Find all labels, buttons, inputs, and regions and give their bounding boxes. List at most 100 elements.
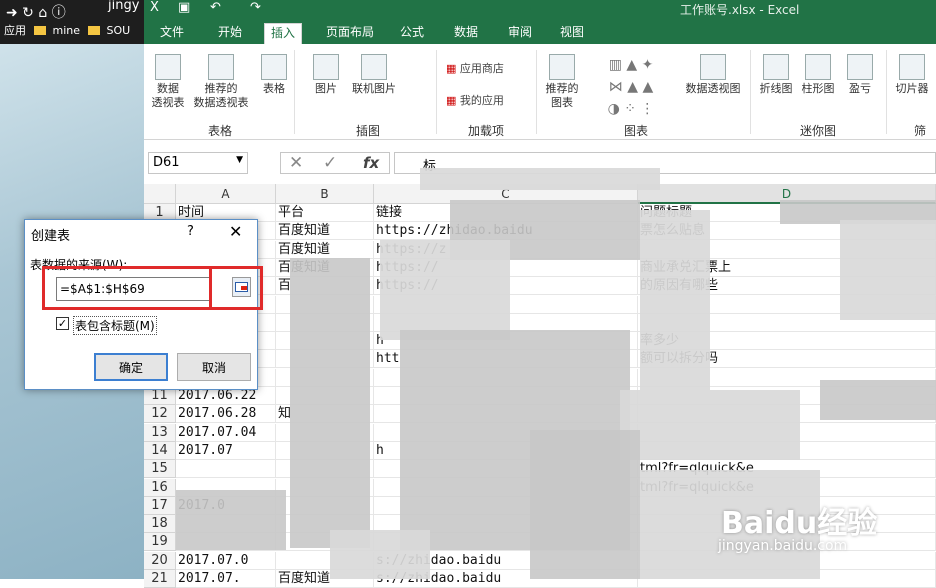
table-button[interactable]: 表格: [256, 48, 292, 96]
row-header[interactable]: 20: [144, 551, 176, 570]
app-store-button[interactable]: ▦ 应用商店: [446, 60, 504, 76]
row-header[interactable]: 12: [144, 405, 176, 424]
ribbon-separator: [294, 50, 295, 134]
ribbon-tab-bar: 文件 开始 插入 页面布局 公式 数据 审阅 视图: [144, 20, 936, 44]
bookmark-mine[interactable]: mine: [53, 24, 81, 37]
column-header-a[interactable]: A: [176, 184, 276, 204]
header-checkbox[interactable]: ✓: [56, 317, 69, 330]
save-icon[interactable]: ▣: [178, 0, 190, 15]
browser-address-text[interactable]: jingy: [108, 0, 139, 13]
pivot-table-label: 数据 透视表: [151, 82, 185, 109]
recommended-pivot-icon: [208, 54, 234, 80]
recommended-pivot-label: 推荐的 数据透视表: [193, 82, 249, 109]
chevron-down-icon[interactable]: ▼: [236, 155, 243, 165]
row-header[interactable]: 18: [144, 515, 176, 534]
row-header[interactable]: 16: [144, 478, 176, 497]
column-label: 柱形图: [801, 82, 835, 95]
browser-nav-icons[interactable]: ➜ ↻ ⌂ ⓘ: [6, 2, 66, 22]
ribbon-panel: 数据 透视表 推荐的 数据透视表 表格 图片 联机图片 ▦ 应用商店 ▦ 我的应…: [144, 44, 936, 155]
winloss-label: 盈亏: [849, 82, 871, 95]
column-sparkline-icon: [805, 54, 831, 80]
pivot-chart-label: 数据透视图: [685, 82, 741, 95]
sparkline-winloss-button[interactable]: 盈亏: [840, 48, 880, 96]
pivot-table-button[interactable]: 数据 透视表: [148, 48, 188, 110]
cell-a[interactable]: 2017.07.04: [176, 423, 276, 442]
redacted-area: [530, 430, 640, 579]
row-header[interactable]: 17: [144, 496, 176, 515]
close-icon[interactable]: ✕: [229, 222, 242, 241]
cell-b[interactable]: 平台: [276, 204, 374, 222]
pictures-button[interactable]: 图片: [306, 48, 346, 96]
name-box[interactable]: D61 ▼: [148, 152, 248, 174]
confirm-entry-icon[interactable]: ✓: [323, 153, 337, 173]
redacted-area: [640, 210, 710, 390]
header-checkbox-label[interactable]: 表包含标题(M): [73, 316, 157, 335]
my-apps-button[interactable]: ▦ 我的应用: [446, 92, 504, 108]
bookmark-apps[interactable]: 应用: [4, 22, 26, 38]
sparkline-column-button[interactable]: 柱形图: [798, 48, 838, 96]
table-icon: [261, 54, 287, 80]
highlight-annotation: [209, 266, 263, 310]
baidu-watermark: Baidu经验 jingyan.baidu.com: [716, 498, 936, 568]
ribbon-separator: [886, 50, 887, 134]
browser-toolbar: ➜ ↻ ⌂ ⓘ jingy 应用 mine SOU: [0, 0, 144, 44]
cell-a[interactable]: 2017.07: [176, 441, 276, 460]
row-header[interactable]: 13: [144, 423, 176, 442]
tab-formulas[interactable]: 公式: [394, 23, 430, 44]
name-box-value: D61: [153, 155, 180, 170]
cell-a[interactable]: 2017.07.: [176, 570, 276, 588]
tab-home[interactable]: 开始: [212, 23, 248, 44]
pivot-table-icon: [155, 54, 181, 80]
picture-icon: [313, 54, 339, 80]
tab-review[interactable]: 审阅: [502, 23, 538, 44]
table-label: 表格: [263, 82, 285, 95]
tab-view[interactable]: 视图: [554, 23, 590, 44]
row-header[interactable]: 14: [144, 441, 176, 460]
help-icon[interactable]: ?: [187, 224, 194, 239]
online-pictures-button[interactable]: 联机图片: [346, 48, 402, 96]
redacted-area: [820, 380, 936, 420]
line-sparkline-icon: [763, 54, 789, 80]
chart-type-icons[interactable]: ▥ ▲ ✦ ⋈ ▲ ▲ ◑ ⁘ ⋮: [586, 54, 676, 120]
cell-a[interactable]: 2017.06.28: [176, 405, 276, 424]
tab-file[interactable]: 文件: [154, 23, 190, 44]
slicer-button[interactable]: 切片器: [892, 48, 932, 96]
undo-icon[interactable]: ↶: [210, 0, 221, 15]
pivot-chart-button[interactable]: 数据透视图: [682, 48, 744, 96]
bookmark-sou[interactable]: SOU: [107, 24, 131, 37]
select-all-corner[interactable]: [144, 184, 176, 204]
folder-icon: [33, 26, 46, 35]
recommended-pivot-button[interactable]: 推荐的 数据透视表: [190, 48, 252, 110]
cell-a[interactable]: [176, 460, 276, 479]
cancel-button[interactable]: 取消: [177, 353, 251, 381]
row-header[interactable]: 19: [144, 533, 176, 552]
redacted-area: [330, 530, 430, 579]
row-header[interactable]: 21: [144, 570, 176, 588]
ok-button[interactable]: 确定: [94, 353, 168, 381]
recommended-charts-button[interactable]: 推荐的 图表: [542, 48, 582, 110]
cell-a[interactable]: 2017.07.0: [176, 551, 276, 570]
cell-b[interactable]: 百度知道: [276, 222, 374, 241]
pivot-chart-icon: [700, 54, 726, 80]
tab-page-layout[interactable]: 页面布局: [320, 23, 380, 44]
group-title-sparklines: 迷你图: [800, 124, 837, 138]
redacted-area: [290, 258, 370, 548]
tab-data[interactable]: 数据: [448, 23, 484, 44]
online-pictures-label: 联机图片: [352, 82, 396, 95]
row-header[interactable]: 15: [144, 460, 176, 479]
sparkline-line-button[interactable]: 折线图: [756, 48, 796, 96]
watermark-brand: Baidu经验: [721, 506, 878, 541]
window-title: 工作账号.xlsx - Excel: [680, 3, 800, 17]
dialog-title: 创建表: [31, 229, 71, 244]
cell-b[interactable]: 百度知道: [276, 240, 374, 259]
pictures-label: 图片: [315, 82, 337, 95]
tab-insert[interactable]: 插入: [264, 23, 303, 44]
chart-icon: [549, 54, 575, 80]
insert-function-icon[interactable]: fx: [363, 154, 379, 172]
bookmarks-bar: 应用 mine SOU: [0, 22, 144, 42]
group-title-addins: 加载项: [468, 124, 505, 138]
redo-icon[interactable]: ↷: [250, 0, 261, 15]
store-icon: ▦: [446, 62, 460, 75]
column-header-b[interactable]: B: [276, 184, 374, 204]
cancel-entry-icon[interactable]: ✕: [289, 153, 303, 173]
